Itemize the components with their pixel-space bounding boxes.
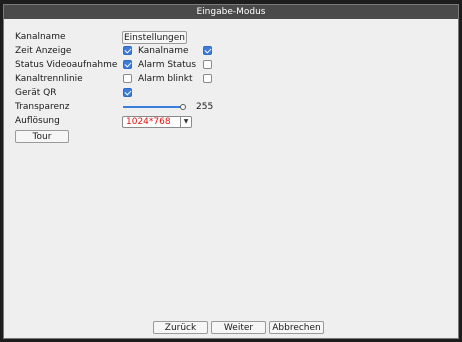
transparenz-slider-track[interactable] [123, 106, 182, 108]
kanalname-checkbox[interactable] [203, 46, 212, 55]
status-video-checkbox[interactable] [123, 60, 132, 69]
aufloesung-value: 1024*768 [126, 117, 171, 127]
aufloesung-label: Auflösung [15, 116, 60, 126]
geraet-qr-label: Gerät QR [15, 88, 57, 98]
dialog-title: Eingabe-Modus [4, 5, 458, 19]
kanalname-toggle-label: Kanalname [138, 46, 189, 56]
kanaltrennlinie-checkbox[interactable] [123, 74, 132, 83]
status-video-label: Status Videoaufnahme [15, 60, 118, 70]
alarm-status-label: Alarm Status [138, 60, 197, 70]
back-button[interactable]: Zurück [153, 321, 208, 334]
alarm-blinkt-checkbox[interactable] [203, 74, 212, 83]
aufloesung-select[interactable]: 1024*768 ▼ [122, 116, 192, 128]
transparenz-slider-thumb[interactable] [180, 104, 186, 110]
zeit-anzeige-checkbox[interactable] [123, 46, 132, 55]
kanaltrennlinie-label: Kanaltrennlinie [15, 74, 83, 84]
tour-button[interactable]: Tour [15, 130, 69, 143]
einstellungen-button[interactable]: Einstellungen [122, 31, 187, 44]
transparenz-value: 255 [196, 102, 214, 112]
zeit-anzeige-label: Zeit Anzeige [15, 46, 72, 56]
input-mode-dialog: Eingabe-Modus Kanalname Einstellungen Ze… [3, 4, 459, 339]
next-button[interactable]: Weiter [211, 321, 266, 334]
chevron-down-icon[interactable]: ▼ [180, 117, 191, 127]
alarm-status-checkbox[interactable] [203, 60, 212, 69]
geraet-qr-checkbox[interactable] [123, 88, 132, 97]
cancel-button[interactable]: Abbrechen [269, 321, 324, 334]
alarm-blinkt-label: Alarm blinkt [138, 74, 193, 84]
transparenz-label: Transparenz [15, 102, 70, 112]
kanalname-label: Kanalname [15, 32, 66, 42]
